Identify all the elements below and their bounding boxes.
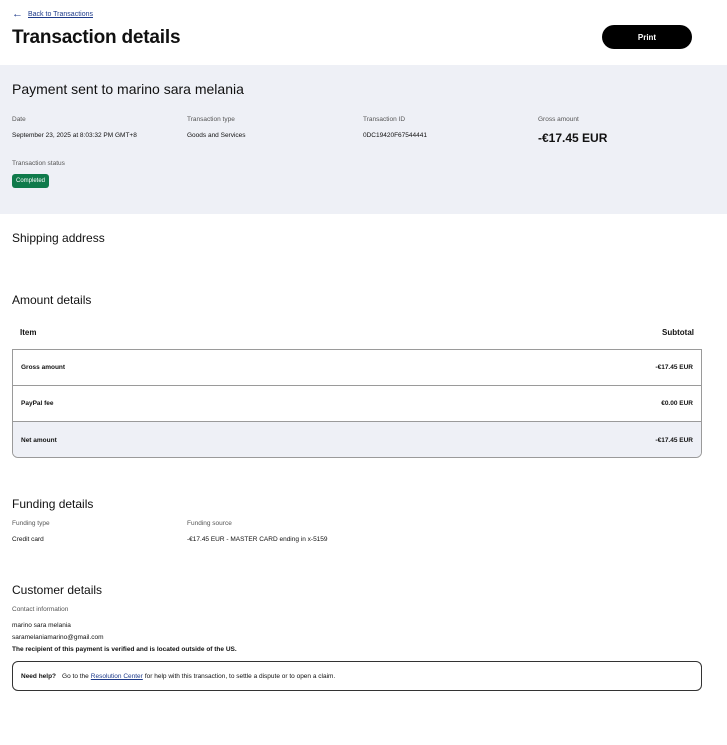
customer-details-heading: Customer details [12, 583, 103, 597]
transaction-type-value: Goods and Services [187, 132, 246, 139]
gross-amount-label: Gross amount [538, 116, 579, 123]
funding-type-value: Credit card [12, 536, 44, 543]
resolution-center-link[interactable]: Resolution Center [91, 673, 143, 680]
transaction-status-label: Transaction status [12, 160, 65, 167]
help-prefix: Go to the [62, 672, 89, 680]
customer-email: saramelaniamarino@gmail.com [12, 634, 104, 641]
table-row: Gross amount -€17.45 EUR [13, 350, 701, 386]
transaction-summary: Payment sent to marino sara melania Date… [0, 65, 727, 214]
funding-type-label: Funding type [12, 520, 50, 527]
row-value: -€17.45 EUR [655, 364, 693, 371]
help-suffix: for help with this transaction, to settl… [144, 672, 336, 680]
row-label: Net amount [21, 436, 57, 444]
table-row: Net amount -€17.45 EUR [13, 422, 701, 457]
shipping-address-heading: Shipping address [12, 231, 105, 245]
status-badge: Completed [12, 174, 50, 188]
arrow-left-icon: ← [12, 8, 23, 20]
table-row: PayPal fee €0.00 EUR [13, 386, 701, 422]
funding-details-heading: Funding details [12, 497, 94, 511]
date-value: September 23, 2025 at 8:03:32 PM GMT+8 [12, 132, 137, 139]
gross-amount-value: -€17.45 EUR [538, 131, 608, 145]
back-link-label: Back to Transactions [28, 11, 93, 18]
funding-source-value: -€17.45 EUR - MASTER CARD ending in x-51… [187, 536, 328, 543]
row-label: Gross amount [21, 364, 66, 371]
summary-title: Payment sent to marino sara melania [12, 81, 244, 97]
need-help-box: Need help? Go to the Resolution Center f… [12, 661, 702, 691]
transaction-id-value: 0DC19420F67544441 [363, 132, 427, 139]
row-label: PayPal fee [21, 400, 54, 407]
row-value: -€17.45 EUR [655, 436, 693, 444]
page-title: Transaction details [12, 27, 181, 48]
row-value: €0.00 EUR [661, 400, 693, 407]
amount-details-heading: Amount details [12, 293, 92, 307]
date-label: Date [12, 116, 26, 123]
transaction-type-label: Transaction type [187, 116, 235, 123]
amount-table: Gross amount -€17.45 EUR PayPal fee €0.0… [12, 349, 702, 458]
print-button[interactable]: Print [602, 25, 692, 49]
transaction-id-label: Transaction ID [363, 116, 406, 123]
column-header-item: Item [20, 328, 37, 337]
back-to-transactions-link[interactable]: ← Back to Transactions [12, 9, 93, 20]
verified-note: The recipient of this payment is verifie… [12, 646, 237, 653]
customer-name: marino sara melania [12, 622, 71, 629]
help-title: Need help? [21, 672, 57, 680]
amount-table-header: Item Subtotal [12, 322, 702, 350]
contact-information-label: Contact information [12, 606, 69, 613]
column-header-subtotal: Subtotal [662, 328, 694, 337]
funding-source-label: Funding source [187, 520, 232, 527]
